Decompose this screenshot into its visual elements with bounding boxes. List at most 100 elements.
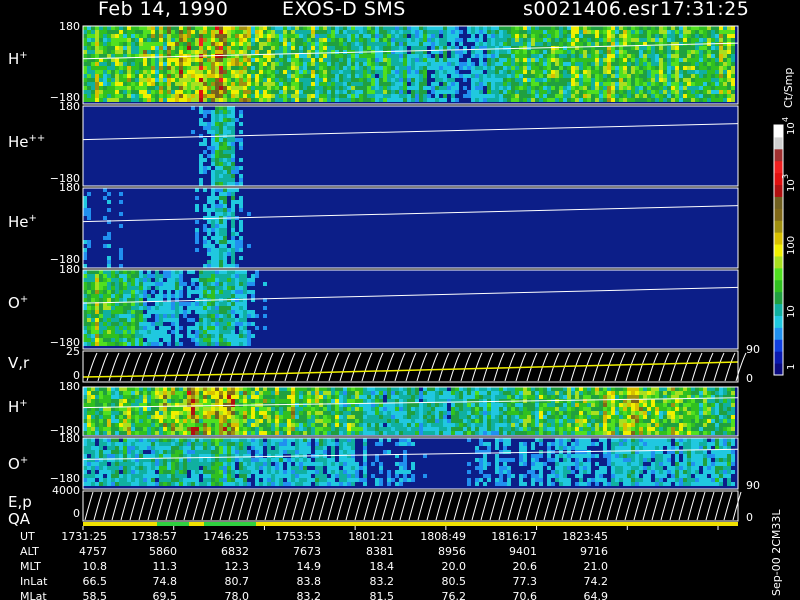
footer-value: 74.2 [583,575,609,588]
footer-value: 21.0 [583,560,609,573]
footer-value: 80.7 [224,575,250,588]
footer-value: 7673 [293,545,321,558]
footer-value: 4757 [79,545,107,558]
footer-value: 64.9 [583,590,609,600]
panel-label-he-plusplus: He++ [8,133,46,151]
ytick-top: 25 [66,345,80,358]
footer-value: 1731:25 [61,530,107,543]
footer-value: 1823:45 [562,530,608,543]
ytick-top: 180 [59,263,80,276]
spectrogram-canvas [82,25,784,530]
ytick-top: 180 [59,181,80,194]
footer-value: 1801:21 [348,530,394,543]
footer-row-label: InLat [20,575,48,588]
spectrogram-background [83,106,738,186]
plot-filename: s0021406.esr [523,0,659,20]
footer-value: 8381 [366,545,394,558]
spectrogram-h-2- [83,387,735,435]
panel-label-o-plus-2: O+ [8,455,29,473]
colorbar-swatch [774,220,783,233]
footer-value: 66.5 [82,575,108,588]
panel-label-he-plus: He+ [8,213,37,231]
footer-value: 9716 [580,545,608,558]
footer-value: 70.6 [512,590,538,600]
footer-value: 11.3 [152,560,178,573]
ytick-top: 180 [59,100,80,113]
colorbar-swatch [774,244,783,257]
footer-row-label: MLT [20,560,41,573]
footer-value: 1808:49 [420,530,466,543]
footer-value: 80.5 [441,575,467,588]
footer-value: 20.6 [512,560,538,573]
footer-row-label: UT [20,530,35,543]
footer-value: 10.8 [82,560,108,573]
colorbar-tick-label: 10 [786,179,797,192]
side-id: Sep-00 2CM33L [770,509,783,597]
footer-row-label: ALT [20,545,39,558]
footer-value: 58.5 [82,590,108,600]
footer-value: 8956 [438,545,466,558]
footer-value: 20.0 [441,560,467,573]
exos-d-sms-plot: Feb 14, 1990 EXOS-D SMS s0021406.esr 17:… [0,0,800,600]
plot-instrument: EXOS-D SMS [282,0,406,20]
colorbar-swatch [774,184,783,197]
colorbar-swatch [774,303,783,316]
rtick-bottom: 0 [746,511,753,524]
ytick-bottom: 0 [73,507,80,520]
ytick-top: 180 [59,380,80,393]
panel-label-vr: V,r [8,354,30,372]
panel-label-h-plus: H+ [8,50,28,68]
plot-time: 17:31:25 [660,0,750,20]
colorbar-swatch [774,160,783,174]
colorbar-swatch [774,125,783,138]
plot-date: Feb 14, 1990 [98,0,229,20]
footer-value: 1816:17 [491,530,537,543]
panel-label-h-plus-2: H+ [8,398,28,416]
footer-value: 1753:53 [275,530,321,543]
panel-label-qa: QA [8,510,31,528]
footer-value: 6832 [221,545,249,558]
footer-value: 74.8 [152,575,178,588]
colorbar-swatch [774,208,783,221]
footer-value: 12.3 [224,560,250,573]
spectrogram-o- [83,270,267,346]
footer-value: 77.3 [512,575,538,588]
footer-value: 76.2 [441,590,467,600]
rtick-top: 90 [746,479,760,492]
colorbar-swatch [774,291,783,305]
footer-row-label: MLat [20,590,47,600]
ytick-top: 180 [59,432,80,445]
panel-label-o-plus: O+ [8,294,29,312]
ytick-top: 4000 [52,484,80,497]
colorbar-tick-label: 10 [786,305,797,318]
colorbar-swatch [774,136,783,150]
rtick-bottom: 0 [746,372,753,385]
panel-label-ep: E,p [8,493,32,511]
qa-segment [204,522,256,526]
colorbar-units: Ct/Smp [782,67,795,108]
footer-value: 9401 [509,545,537,558]
colorbar-tick-label: 10 [786,122,797,135]
footer-value: 1738:57 [131,530,177,543]
footer-value: 5860 [149,545,177,558]
footer-value: 83.2 [369,575,395,588]
rtick-top: 90 [746,343,760,356]
footer-value: 69.5 [152,590,178,600]
colorbar-swatch [774,196,783,209]
colorbar-tick-label: 1 [786,363,797,370]
colorbar-tick-label: 100 [786,235,797,255]
colorbar-swatch [774,148,783,162]
colorbar-swatch [774,267,783,281]
colorbar-swatch [774,255,783,269]
footer-value: 78.0 [224,590,250,600]
ytick-top: 180 [59,20,80,33]
footer-value: 83.8 [296,575,322,588]
colorbar-swatch [774,339,783,352]
colorbar-tick-exponent: 3 [781,173,790,179]
colorbar-swatch [774,363,783,376]
footer-value: 81.5 [369,590,395,600]
colorbar-swatch [774,232,783,245]
spectrogram-background [83,188,738,268]
colorbar-swatch [774,315,783,328]
colorbar-swatch [774,327,783,340]
